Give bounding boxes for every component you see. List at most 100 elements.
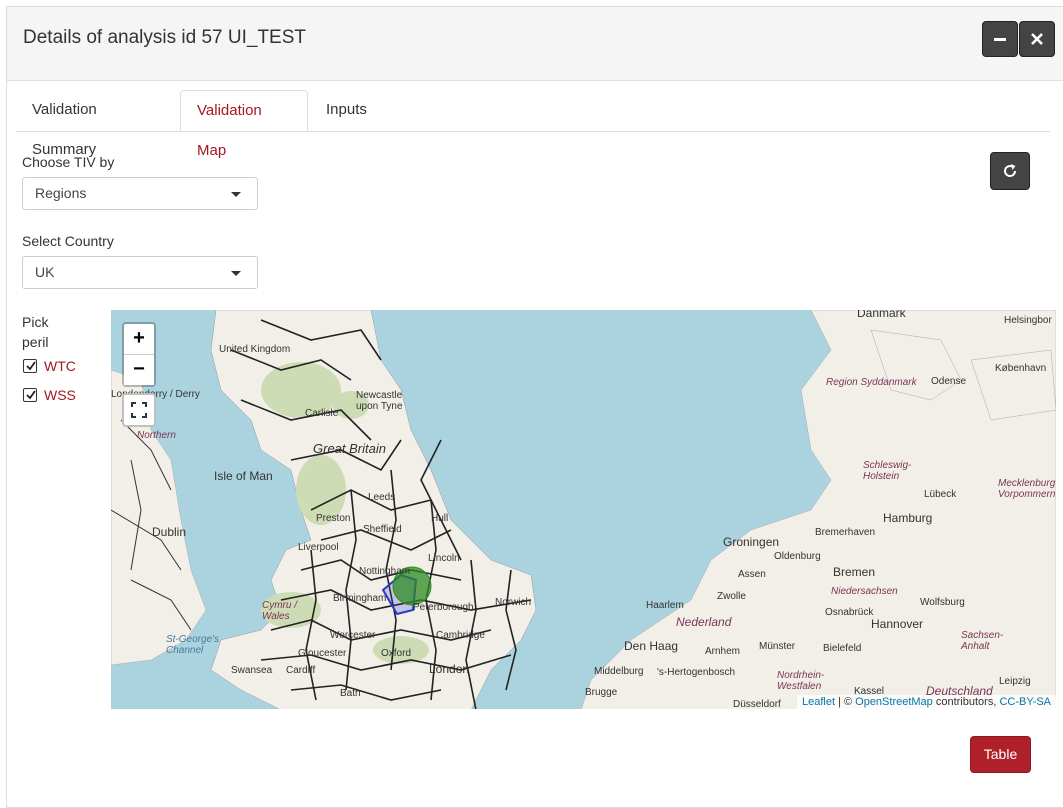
map-label-worcester: Worcester xyxy=(330,630,376,641)
map-label-birmingham: Birmingham xyxy=(333,593,387,604)
pick-peril-label-line2: peril xyxy=(22,334,49,350)
map-label-cardiff: Cardiff xyxy=(286,665,316,676)
map-label-preston: Preston xyxy=(316,513,351,524)
map-label-bremen: Bremen xyxy=(833,565,876,579)
zoom-control: + − xyxy=(122,322,156,387)
leaflet-link[interactable]: Leaflet xyxy=(802,696,835,708)
minimize-button[interactable] xyxy=(982,21,1018,57)
map-label-oxford: Oxford xyxy=(381,648,412,659)
map-label-groningen: Groningen xyxy=(723,535,780,549)
map-label-bremerhaven: Bremerhaven xyxy=(815,527,876,538)
map-label-den-haag: Den Haag xyxy=(624,639,679,653)
map-label-gloucester: Gloucester xyxy=(298,648,347,659)
close-button[interactable] xyxy=(1019,21,1055,57)
table-button[interactable]: Table xyxy=(970,736,1031,773)
panel-header: Details of analysis id 57 UI_TEST xyxy=(7,7,1063,81)
caret-down-icon xyxy=(231,271,241,276)
minus-icon xyxy=(994,38,1006,41)
map-label-northern: Northern xyxy=(137,430,176,441)
validation-map[interactable]: Danmark Helsingbor København Odense Regi… xyxy=(111,310,1056,709)
map-tiles xyxy=(111,310,1056,709)
map-label-arnhem: Arnhem xyxy=(705,646,741,657)
tiv-select[interactable]: Regions xyxy=(22,177,258,210)
map-label-mecklenburg: Mecklenburg Vorpommern xyxy=(998,478,1056,500)
map-label-middelburg: Middelburg xyxy=(594,666,644,677)
checkmark-icon xyxy=(26,390,36,400)
fullscreen-icon xyxy=(131,402,147,418)
checkmark-icon xyxy=(26,361,36,371)
country-select-value: UK xyxy=(35,264,55,280)
map-label-st-georges-channel: St-George's Channel xyxy=(166,634,220,656)
map-label-niedersachsen: Niedersachsen xyxy=(831,586,898,597)
map-label-assen: Assen xyxy=(738,569,766,580)
map-label-swansea: Swansea xyxy=(231,665,273,676)
map-label-newcastle: Newcastle upon Tyne xyxy=(356,390,403,412)
map-label-hull: Hull xyxy=(431,513,449,524)
map-label-brugge: Brugge xyxy=(585,687,618,698)
map-attribution: Leaflet | © OpenStreetMap contributors, … xyxy=(796,695,1056,709)
tab-inputs[interactable]: Inputs xyxy=(310,90,390,131)
map-label-zwolle: Zwolle xyxy=(717,591,746,602)
map-label-bielefeld: Bielefeld xyxy=(823,643,862,654)
map-label-cymru: Cymru / Wales xyxy=(262,600,297,622)
peril-label-wtc: WTC xyxy=(44,358,76,374)
map-label-schleswig: Schleswig-Holstein xyxy=(863,460,912,482)
attribution-sep: | © xyxy=(835,696,856,708)
map-label-carlisle: Carlisle xyxy=(305,408,339,419)
map-label-oldenburg: Oldenburg xyxy=(774,551,821,562)
map-label-haarlem: Haarlem xyxy=(646,600,684,611)
map-label-shertogenbosch: 's-Hertogenbosch xyxy=(657,667,736,678)
map-label-osnabruck: Osnabrück xyxy=(825,607,874,618)
panel-title: Details of analysis id 57 UI_TEST xyxy=(23,27,307,48)
attribution-contributors: contributors, xyxy=(932,696,1000,708)
map-label-liverpool: Liverpool xyxy=(298,542,339,553)
license-link[interactable]: CC-BY-SA xyxy=(999,696,1051,708)
refresh-icon xyxy=(1004,164,1017,177)
country-label: Select Country xyxy=(22,233,114,249)
map-label-kobenhavn: København xyxy=(995,363,1047,374)
fullscreen-button[interactable] xyxy=(122,393,156,427)
tab-bar: Validation Summary Validation Map Inputs xyxy=(16,90,1050,159)
map-label-leipzig: Leipzig xyxy=(999,676,1031,687)
map-label-cambridge: Cambridge xyxy=(436,630,485,641)
caret-down-icon xyxy=(231,192,241,197)
map-label-great-britain: Great Britain xyxy=(313,441,386,456)
map-label-hannover: Hannover xyxy=(871,617,924,631)
map-label-helsingborg: Helsingbor xyxy=(1004,315,1052,326)
map-label-sachsen-anhalt: Sachsen-Anhalt xyxy=(961,630,1004,652)
pick-peril-label-line1: Pick xyxy=(22,314,49,330)
map-label-odense: Odense xyxy=(931,376,967,387)
osm-link[interactable]: OpenStreetMap xyxy=(855,696,933,708)
map-label-lubeck: Lübeck xyxy=(924,489,957,500)
close-icon xyxy=(1031,33,1043,45)
map-label-syddanmark: Region Syddanmark xyxy=(826,377,917,388)
checkbox-wtc[interactable] xyxy=(23,359,37,373)
map-label-nederland: Nederland xyxy=(676,615,732,629)
map-label-lincoln: Lincoln xyxy=(428,553,460,564)
map-label-norwich: Norwich xyxy=(495,597,532,608)
map-label-hamburg: Hamburg xyxy=(883,511,933,525)
map-label-nottingham: Nottingham xyxy=(359,566,411,577)
map-label-sheffield: Sheffield xyxy=(363,524,402,535)
map-label-denmark: Danmark xyxy=(857,310,906,320)
tab-validation-map[interactable]: Validation Map xyxy=(180,90,308,159)
peril-label-wss: WSS xyxy=(44,387,76,403)
checkbox-wss[interactable] xyxy=(23,388,37,402)
peril-option-wtc[interactable]: WTC xyxy=(23,358,76,374)
map-label-dusseldorf: Düsseldorf xyxy=(733,699,781,709)
map-label-bath: Bath xyxy=(340,688,361,699)
tiv-label: Choose TIV by xyxy=(22,154,115,170)
tab-validation-summary[interactable]: Validation Summary xyxy=(16,90,180,158)
map-label-leeds: Leeds xyxy=(368,492,396,503)
country-select[interactable]: UK xyxy=(22,256,258,289)
map-label-wolfsburg: Wolfsburg xyxy=(920,597,965,608)
tiv-select-value: Regions xyxy=(35,185,87,201)
zoom-out-button[interactable]: − xyxy=(124,355,154,385)
map-label-peterborough: Peterborough xyxy=(413,602,474,613)
refresh-button[interactable] xyxy=(990,152,1030,190)
map-label-united-kingdom: United Kingdom xyxy=(219,344,291,355)
map-label-isle-of-man: Isle of Man xyxy=(214,469,273,483)
zoom-in-button[interactable]: + xyxy=(124,324,154,355)
map-label-london: London xyxy=(429,662,470,676)
peril-option-wss[interactable]: WSS xyxy=(23,387,76,403)
